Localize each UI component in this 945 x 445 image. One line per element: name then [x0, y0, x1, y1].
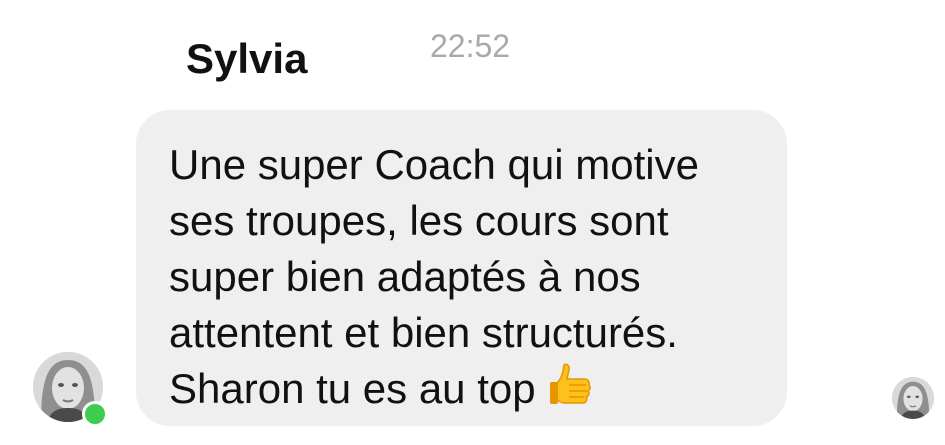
- message-line-3: super bien adaptés à nos: [169, 253, 641, 300]
- seen-avatar-photo: [892, 377, 934, 419]
- online-status-indicator: [82, 401, 108, 427]
- sender-name: Sylvia: [186, 35, 308, 82]
- seen-avatar: [892, 377, 934, 419]
- message-line-4: attentent et bien structurés.: [169, 309, 678, 356]
- thumbs-up-icon: [549, 363, 591, 404]
- message-line-2: ses troupes, les cours sont: [169, 197, 669, 244]
- message-bubble[interactable]: Une super Coach qui motive ses troupes, …: [136, 110, 787, 426]
- message-line-1: Une super Coach qui motive: [169, 141, 699, 188]
- message-line-5-text: Sharon tu es au top: [169, 365, 536, 412]
- message-timestamp: 22:52: [430, 28, 511, 64]
- message-line-5: Sharon tu es au top: [169, 361, 767, 417]
